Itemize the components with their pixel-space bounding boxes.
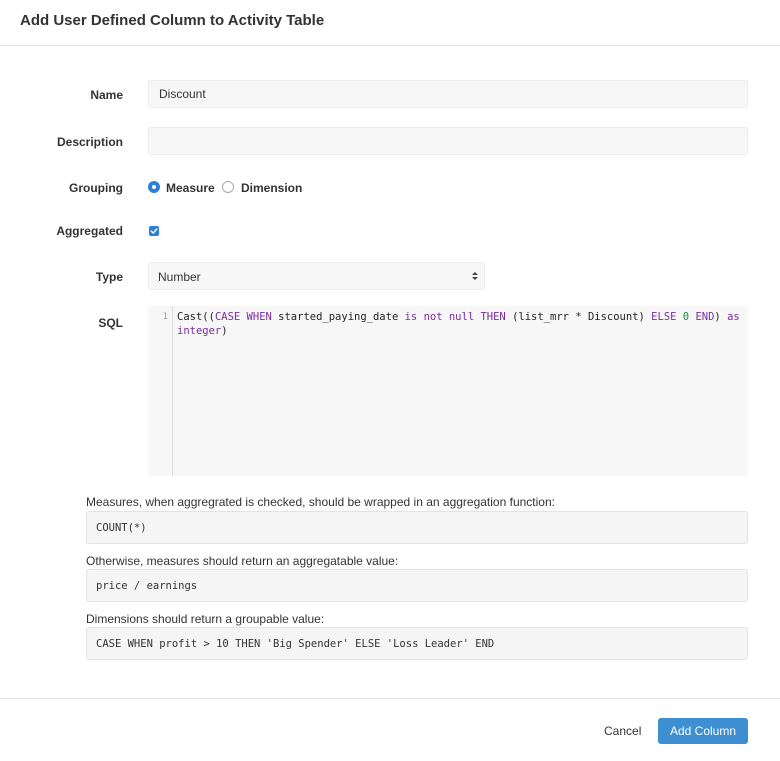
description-input[interactable]: [148, 127, 748, 155]
hint-example-dimension: CASE WHEN profit > 10 THEN 'Big Spender'…: [86, 627, 748, 660]
code-token: ): [714, 311, 728, 323]
code-token: started_paying_date: [271, 311, 405, 323]
editor-gutter: 1: [148, 306, 173, 476]
aggregated-label: Aggregated: [56, 224, 123, 238]
checkmark-icon: [150, 228, 158, 234]
hint-code: price / earnings: [96, 580, 198, 592]
aggregated-checkbox[interactable]: [149, 226, 159, 236]
dimension-radio-label[interactable]: Dimension: [241, 181, 302, 195]
code-token: (list_mrr * Discount): [505, 311, 652, 323]
code-token: ): [221, 325, 228, 337]
hint-label-measure: Otherwise, measures should return an agg…: [86, 554, 399, 568]
dimension-radio[interactable]: [222, 181, 234, 193]
grouping-label: Grouping: [69, 181, 123, 195]
hint-code: COUNT(*): [96, 522, 147, 534]
add-column-button[interactable]: Add Column: [658, 718, 748, 744]
code-keyword: CASE WHEN: [214, 311, 272, 323]
modal-header: Add User Defined Column to Activity Tabl…: [0, 0, 780, 46]
description-label: Description: [56, 135, 123, 149]
measure-radio[interactable]: [148, 181, 160, 193]
line-number: 1: [162, 312, 168, 322]
hint-example-measure: price / earnings: [86, 569, 748, 602]
name-label: Name: [90, 88, 123, 102]
cancel-button[interactable]: Cancel: [604, 718, 641, 744]
type-label: Type: [95, 270, 123, 284]
hint-label-dimension: Dimensions should return a groupable val…: [86, 612, 325, 626]
code-keyword: END: [695, 311, 715, 323]
code-token: Cast((: [177, 311, 215, 323]
modal-title: Add User Defined Column to Activity Tabl…: [20, 12, 325, 29]
type-select-value: Number: [158, 270, 201, 284]
name-input[interactable]: [148, 80, 748, 108]
type-select[interactable]: Number: [148, 262, 485, 290]
hint-example-aggregated: COUNT(*): [86, 511, 748, 544]
footer-divider: [0, 698, 780, 699]
sql-code[interactable]: Cast((CASE WHEN started_paying_date is n…: [177, 310, 745, 338]
select-arrows-icon: [472, 272, 478, 280]
sql-editor[interactable]: 1 Cast((CASE WHEN started_paying_date is…: [148, 306, 748, 476]
code-keyword: ELSE: [651, 311, 677, 323]
hint-label-aggregated: Measures, when aggregrated is checked, s…: [86, 495, 555, 509]
hint-code: CASE WHEN profit > 10 THEN 'Big Spender'…: [96, 638, 495, 650]
code-keyword: is not null THEN: [404, 311, 506, 323]
sql-label: SQL: [98, 316, 123, 330]
measure-radio-label[interactable]: Measure: [166, 181, 215, 195]
